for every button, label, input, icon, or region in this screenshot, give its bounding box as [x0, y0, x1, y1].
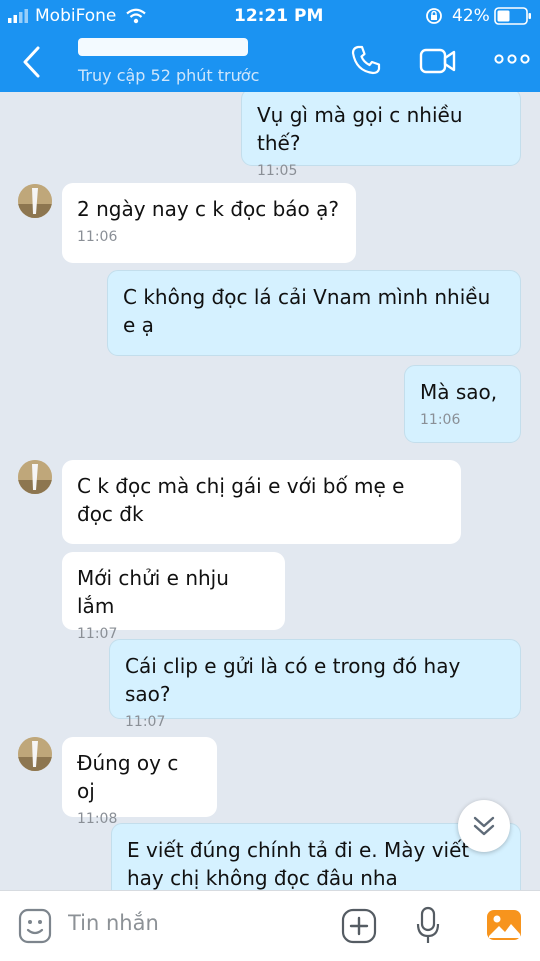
message-time: 11:06 [77, 229, 118, 245]
contact-name-redacted[interactable] [78, 38, 248, 56]
outgoing-message[interactable]: Cái clip e gửi là có e trong đó hay sao?… [109, 639, 521, 730]
clock-label: 12:21 PM [234, 6, 324, 26]
back-button[interactable] [18, 44, 46, 80]
message-list[interactable]: Vụ gì mà gọi c nhiều thế? 11:05 2 ngày n… [0, 92, 540, 890]
incoming-message[interactable]: Đúng oy c oj 11:08 [62, 737, 217, 827]
composer-bar [0, 890, 540, 961]
avatar-image [18, 737, 52, 771]
message-text: Vụ gì mà gọi c nhiều thế? [257, 103, 463, 155]
message-time: 11:05 [257, 163, 298, 179]
phone-icon[interactable] [350, 44, 382, 76]
signal-icon [8, 9, 28, 23]
message-text: E viết đúng chính tả đi e. Mày viết hay … [127, 838, 470, 890]
outgoing-message[interactable]: C không đọc lá cải Vnam mình nhiều e ạ [107, 270, 521, 356]
message-text: Mà sao, [420, 380, 498, 404]
message-text: Đúng oy c oj [77, 751, 179, 803]
incoming-message[interactable]: 2 ngày nay c k đọc báo ạ? 11:06 [62, 183, 356, 263]
scroll-to-bottom-button[interactable] [458, 800, 510, 852]
image-gallery-icon[interactable] [485, 908, 523, 942]
avatar-image [18, 460, 52, 494]
message-text: C không đọc lá cải Vnam mình nhiều e ạ [123, 285, 491, 337]
avatar-image [18, 184, 52, 218]
message-text: Cái clip e gửi là có e trong đó hay sao? [125, 654, 461, 706]
incoming-message[interactable]: Mới chửi e nhju lắm 11:07 [62, 552, 285, 642]
double-chevron-down-icon [473, 816, 495, 836]
sticker-icon[interactable] [18, 908, 52, 944]
rotation-lock-icon [426, 8, 442, 24]
incoming-message[interactable]: C k đọc mà chị gái e với bố mẹ e đọc đk [62, 460, 461, 544]
last-seen-status: Truy cập 52 phút trước [78, 66, 260, 85]
message-time: 11:07 [125, 714, 166, 730]
outgoing-message[interactable]: Vụ gì mà gọi c nhiều thế? 11:05 [241, 92, 521, 179]
message-text: C k đọc mà chị gái e với bố mẹ e đọc đk [77, 474, 405, 526]
message-input[interactable] [68, 905, 308, 941]
message-time: 11:06 [420, 412, 461, 428]
battery-icon [494, 7, 531, 25]
carrier-label: MobiFone [35, 6, 117, 26]
add-icon[interactable] [341, 908, 377, 944]
avatar[interactable] [18, 737, 52, 771]
video-call-icon[interactable] [419, 47, 457, 75]
battery-percent: 42% [452, 6, 490, 26]
more-options-icon[interactable] [494, 52, 530, 66]
avatar[interactable] [18, 184, 52, 218]
outgoing-message[interactable]: Mà sao, 11:06 [404, 365, 521, 443]
message-text: Mới chửi e nhju lắm [77, 566, 229, 618]
wifi-icon [126, 8, 146, 24]
avatar[interactable] [18, 460, 52, 494]
message-text: 2 ngày nay c k đọc báo ạ? [77, 197, 340, 221]
chat-header: MobiFone 12:21 PM 42% Truy cập 52 phút t… [0, 0, 540, 92]
microphone-icon[interactable] [415, 906, 441, 946]
